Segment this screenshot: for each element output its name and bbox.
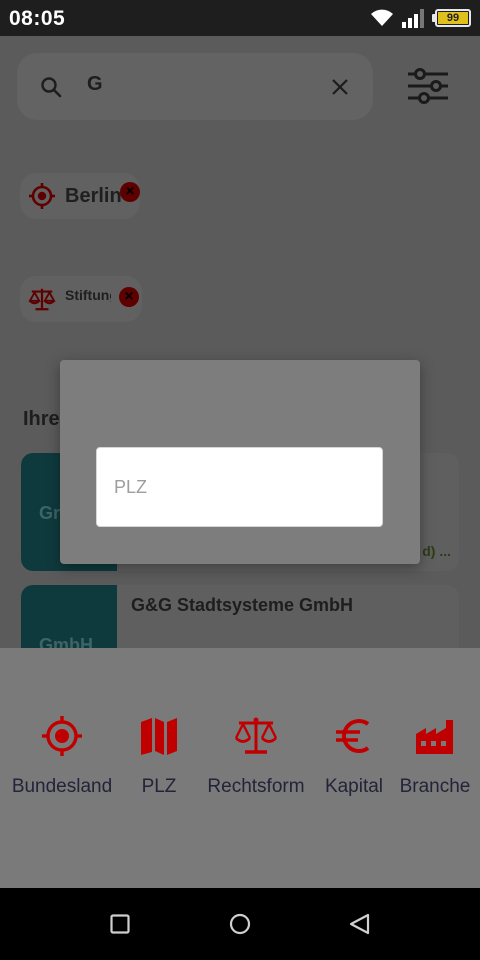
map-icon — [141, 718, 177, 755]
search-bar[interactable]: G — [17, 53, 373, 120]
scales-icon — [234, 717, 278, 754]
filter-bottom-sheet: Bundesland PLZ Rechtsform Kapital Branch… — [0, 648, 480, 888]
plz-input[interactable] — [96, 447, 383, 527]
home-icon[interactable] — [228, 912, 252, 936]
signal-icon — [402, 9, 424, 28]
wifi-icon — [371, 9, 393, 26]
clear-icon[interactable] — [328, 75, 352, 99]
filter-option-label: PLZ — [141, 776, 177, 797]
chip-label: Stiftung — [65, 287, 111, 303]
euro-icon — [336, 719, 370, 753]
remove-chip-icon[interactable]: × — [119, 287, 139, 307]
filter-chip-stiftung[interactable]: Stiftung × — [20, 276, 142, 322]
battery-icon: 99 — [432, 9, 471, 27]
filter-option-label: Kapital — [324, 776, 384, 797]
filter-option-kapital[interactable]: Kapital — [318, 714, 390, 798]
scales-icon — [28, 288, 56, 311]
filter-chip-berlin[interactable]: Berlin × — [20, 173, 140, 219]
company-legal-form: d) ... — [422, 543, 451, 559]
section-title: Ihre — [23, 408, 60, 430]
status-time: 08:05 — [9, 7, 66, 30]
remove-chip-icon[interactable]: × — [120, 182, 140, 202]
filter-option-bundesland[interactable]: Bundesland — [6, 714, 118, 798]
back-icon[interactable] — [348, 912, 372, 936]
search-input[interactable]: G — [87, 73, 103, 96]
filter-option-label: Bundesland — [11, 776, 113, 797]
factory-icon — [416, 720, 453, 754]
system-nav-bar — [0, 888, 480, 960]
filter-option-label: Rechtsform — [207, 776, 305, 797]
recents-icon[interactable] — [108, 912, 132, 936]
target-icon — [42, 716, 82, 756]
search-icon — [41, 77, 62, 98]
filter-option-plz[interactable]: PLZ — [125, 714, 193, 798]
chip-label: Berlin — [65, 185, 122, 207]
filter-icon[interactable] — [406, 66, 450, 106]
plz-dialog — [60, 360, 420, 564]
target-icon — [29, 183, 55, 209]
status-bar: 08:05 99 — [0, 0, 480, 36]
battery-level: 99 — [438, 12, 468, 24]
filter-option-label: Branche — [399, 776, 471, 797]
filter-option-branche[interactable]: Branche — [395, 714, 475, 798]
company-name: G&G Stadtsysteme GmbH — [131, 595, 354, 615]
filter-option-rechtsform[interactable]: Rechtsform — [199, 714, 313, 798]
